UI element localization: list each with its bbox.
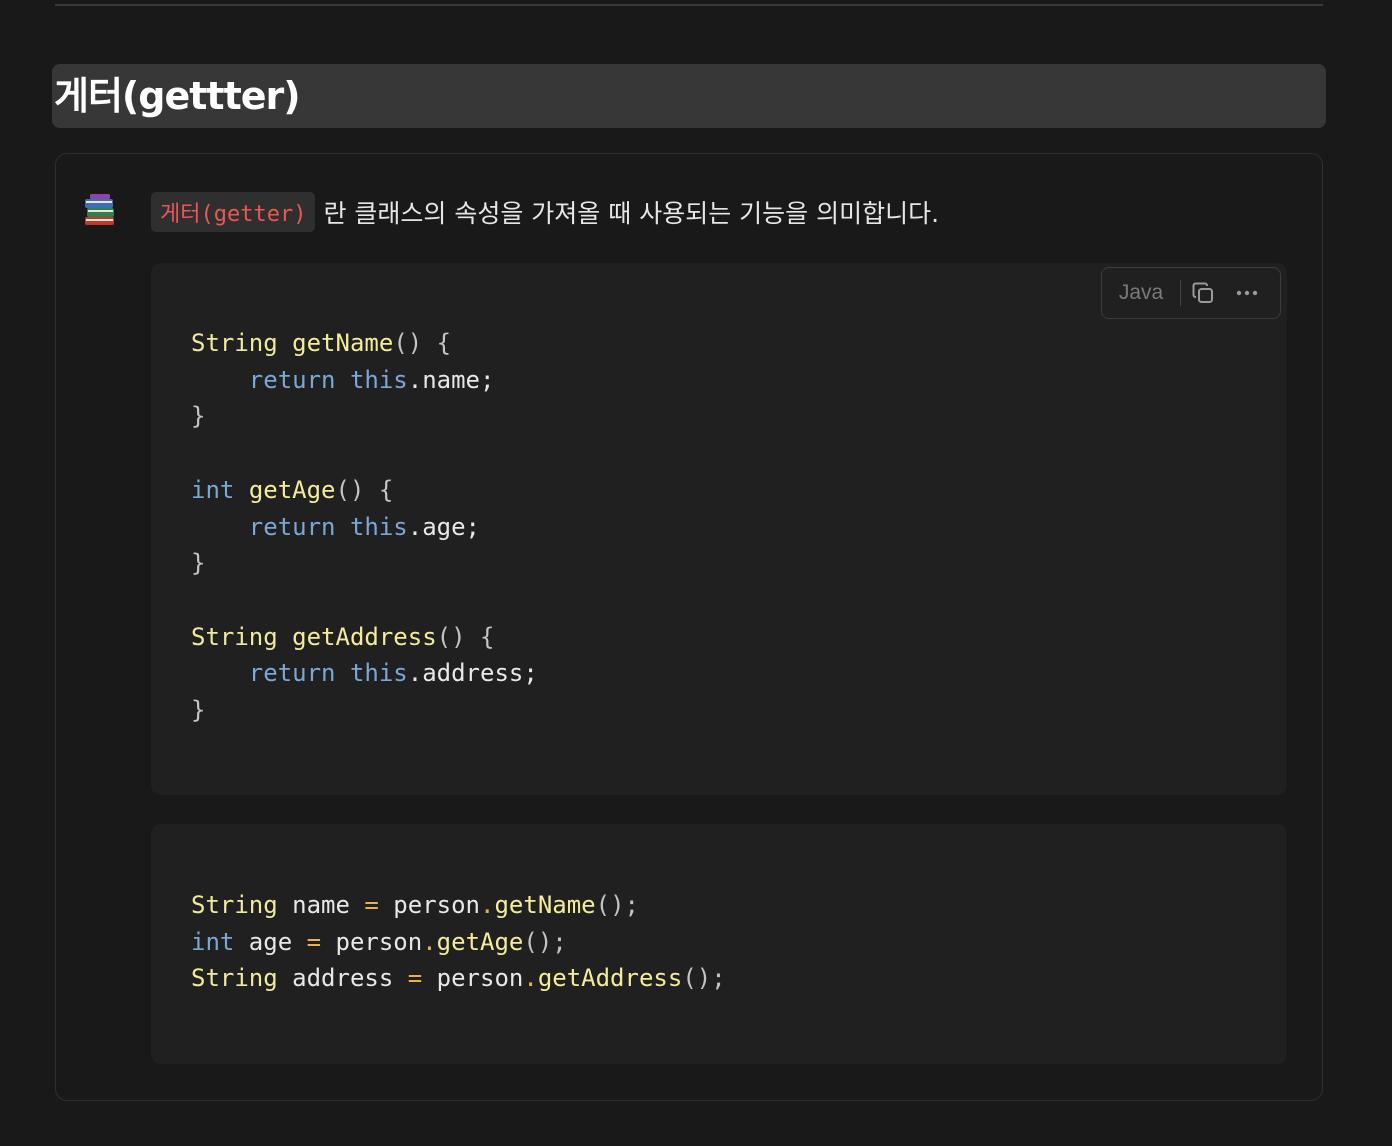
callout-block[interactable]: 게터(getter) 란 클래스의 속성을 가져올 때 사용되는 기능을 의미합… (55, 153, 1323, 1101)
books-icon[interactable] (82, 192, 118, 228)
code-content[interactable]: String name = person.getName(); int age … (191, 887, 726, 997)
top-divider (55, 4, 1323, 6)
callout-description: 란 클래스의 속성을 가져올 때 사용되는 기능을 의미합니다. (323, 199, 940, 228)
code-toolbar: Java (1101, 267, 1281, 319)
language-selector[interactable]: Java (1102, 281, 1180, 305)
callout-text: 게터(getter) 란 클래스의 속성을 가져올 때 사용되는 기능을 의미합… (151, 192, 940, 232)
code-content[interactable]: String getName() { return this.name; } i… (191, 325, 538, 729)
section-heading[interactable]: 게터(gettter) (52, 64, 1326, 128)
copy-icon[interactable] (1181, 273, 1225, 313)
page-title: 게터(gettter) (54, 74, 301, 118)
more-icon[interactable] (1225, 273, 1269, 313)
inline-code: 게터(getter) (151, 192, 316, 232)
code-block-getters[interactable]: Java String getName() { return this.name… (151, 263, 1287, 795)
code-block-usage[interactable]: String name = person.getName(); int age … (151, 824, 1287, 1064)
